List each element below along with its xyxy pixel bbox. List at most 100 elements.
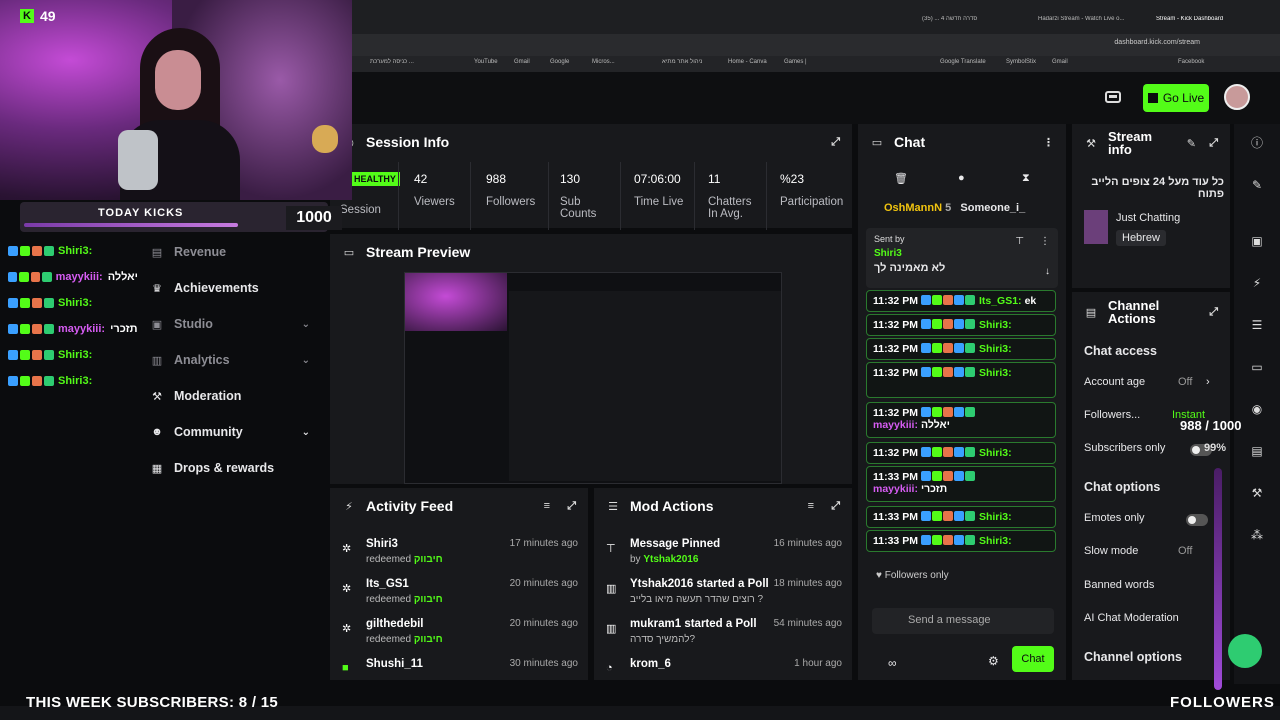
bookmark[interactable]: Facebook: [1178, 59, 1204, 65]
filter-icon[interactable]: ≡: [544, 500, 550, 512]
emotes-only-toggle[interactable]: [1186, 514, 1208, 526]
popout-icon[interactable]: ⤢: [567, 500, 576, 513]
sidebar-item-studio[interactable]: ▣ Studio ⌄: [138, 306, 328, 342]
settings-icon[interactable]: ⚙: [988, 654, 999, 668]
category-thumbnail[interactable]: [1084, 210, 1108, 244]
wrench-icon[interactable]: ⚒: [1246, 482, 1268, 504]
chat-message[interactable]: 11:33 PM Shiri3:: [866, 506, 1056, 528]
arrow-down-icon[interactable]: ↓: [1045, 266, 1050, 277]
chat-username[interactable]: Shiri3:: [979, 511, 1012, 523]
studio-icon[interactable]: [1104, 88, 1122, 106]
chevron-right-icon[interactable]: ›: [1206, 376, 1210, 388]
chat-message[interactable]: 11:32 PM Shiri3:: [866, 338, 1056, 360]
edit-icon[interactable]: ✎: [1187, 137, 1196, 150]
bookmark[interactable]: Google Translate: [940, 59, 986, 65]
sidebar-item-analytics[interactable]: ▥ Analytics ⌄: [138, 342, 328, 378]
share-icon[interactable]: ⁂: [1246, 524, 1268, 546]
kick-count: 49: [40, 8, 56, 24]
more-icon[interactable]: ⋮: [1040, 236, 1050, 247]
chat-send-button[interactable]: Chat: [1012, 646, 1054, 672]
bookmark[interactable]: כניסה למערכת ...: [370, 59, 414, 65]
chat-message[interactable]: 11:32 PM Shiri3:: [866, 314, 1056, 336]
top-chatter[interactable]: OshMannN: [884, 202, 942, 214]
chat-username[interactable]: mayykiii:: [873, 419, 918, 431]
activity-user[interactable]: Shiri3: [366, 538, 398, 550]
bookmark[interactable]: Gmail: [514, 59, 530, 65]
chat-message[interactable]: 11:32 PM Its_GS1: ek: [866, 290, 1056, 312]
comment-icon[interactable]: ●: [958, 172, 965, 184]
chat-message[interactable]: 11:33 PM Shiri3:: [866, 530, 1056, 552]
browser-tab[interactable]: Hadarzi Stream - Watch Live o...: [1038, 16, 1142, 32]
chat-badges: [920, 471, 976, 483]
top-chatter[interactable]: Someone_i_: [960, 202, 1025, 214]
chat-message[interactable]: 11:33 PMmayykiii: תזכרי: [866, 466, 1056, 502]
activity-user[interactable]: Shushi_11: [366, 658, 423, 670]
broadcast-icon[interactable]: ◉: [1246, 398, 1268, 420]
top-chatters: OshMannN 5 Someone_i_: [884, 202, 1025, 214]
activity-user[interactable]: gilthedebil: [366, 618, 424, 630]
pin-icon[interactable]: ⊤: [1015, 236, 1024, 247]
filter-icon[interactable]: ≡: [808, 500, 814, 512]
emote-icon[interactable]: ∞: [888, 656, 897, 670]
overlay-chat-row: Shiri3:: [8, 342, 138, 368]
panel-icon[interactable]: ▣: [1246, 230, 1268, 252]
ai-moderation-label[interactable]: AI Chat Moderation: [1084, 612, 1179, 624]
chat-username[interactable]: Shiri3:: [979, 447, 1012, 459]
chat-username[interactable]: mayykiii:: [873, 483, 918, 495]
list-icon[interactable]: ☰: [1246, 314, 1268, 336]
bookmark[interactable]: Google: [550, 59, 569, 65]
section-chat-options: Chat options: [1084, 480, 1161, 494]
chat-icon[interactable]: ▭: [1246, 356, 1268, 378]
bolt-icon[interactable]: ⚡: [1246, 272, 1268, 294]
bookmark[interactable]: Home - Canva: [728, 59, 767, 65]
chat-message[interactable]: 11:32 PM Shiri3:: [866, 362, 1056, 398]
sidebar-item-community[interactable]: ☻ Community ⌄: [138, 414, 328, 450]
health-badge: HEALTHY: [350, 172, 400, 186]
user-avatar[interactable]: [1224, 84, 1250, 110]
bookmark[interactable]: YouTube: [474, 59, 498, 65]
popout-icon[interactable]: ⤢: [1209, 306, 1218, 319]
chat-message[interactable]: 11:32 PMmayykiii: יאללה: [866, 402, 1056, 438]
stream-preview-video[interactable]: [404, 272, 782, 484]
bookmark[interactable]: ניהול אתר מתיא: [662, 59, 702, 65]
address-bar[interactable]: dashboard.kick.com/stream: [350, 34, 1280, 56]
popout-icon[interactable]: ⤢: [1209, 137, 1218, 150]
chat-username[interactable]: Shiri3:: [979, 535, 1012, 547]
bookmark[interactable]: Games |: [784, 59, 807, 65]
sidebar-item-moderation[interactable]: ⚒ Moderation: [138, 378, 328, 414]
info-icon[interactable]: ⓘ: [1246, 132, 1268, 154]
edit-icon[interactable]: ✎: [1246, 174, 1268, 196]
more-icon[interactable]: ⋮: [1043, 136, 1054, 149]
send-message-input[interactable]: Send a message: [872, 608, 1054, 634]
slow-mode-value[interactable]: Off: [1178, 545, 1192, 557]
sidebar-item-achievements[interactable]: ♛ Achievements: [138, 270, 328, 306]
chat-username[interactable]: Shiri3:: [979, 343, 1012, 355]
stream-info-panel: ⚒ Stream info ✎ ⤢ כל עוד מעל 24 צופים הל…: [1072, 124, 1230, 288]
sidebar-item-revenue[interactable]: ▤ Revenue: [138, 234, 328, 270]
category-name[interactable]: Just Chatting: [1116, 212, 1180, 224]
layout-icon[interactable]: ▤: [1246, 440, 1268, 462]
chat-message[interactable]: 11:32 PM Shiri3:: [866, 442, 1056, 464]
popout-icon[interactable]: ⤢: [831, 136, 840, 149]
browser-tab-active[interactable]: Stream - Kick Dashboard: [1156, 16, 1236, 32]
bookmark[interactable]: SymbolStix: [1006, 59, 1036, 65]
support-bubble-icon[interactable]: [1228, 634, 1262, 668]
sidebar-item-drops[interactable]: ▦ Drops & rewards: [138, 450, 328, 486]
trash-icon[interactable]: 🗑: [894, 172, 908, 185]
bookmark[interactable]: Micros...: [592, 59, 615, 65]
bookmark[interactable]: Gmail: [1052, 59, 1068, 65]
chat-username[interactable]: Its_GS1:: [979, 295, 1022, 307]
url-text[interactable]: dashboard.kick.com/stream: [1114, 39, 1200, 46]
streamer-face: [155, 50, 201, 110]
banned-words-label[interactable]: Banned words: [1084, 579, 1154, 591]
activity-user[interactable]: Its_GS1: [366, 578, 409, 590]
chat-username[interactable]: Shiri3:: [979, 367, 1012, 379]
hourglass-icon[interactable]: ⧗: [1022, 172, 1030, 185]
account-age-value[interactable]: Off: [1178, 376, 1192, 388]
go-live-button[interactable]: Go Live: [1143, 84, 1209, 112]
browser-tab[interactable]: סדרה חדשה 4 ... (35): [922, 16, 1012, 32]
pinned-user[interactable]: Shiri3: [874, 248, 902, 259]
popout-icon[interactable]: ⤢: [831, 500, 840, 513]
pinned-text: לא מאמינה לך: [874, 262, 946, 274]
chat-username[interactable]: Shiri3:: [979, 319, 1012, 331]
